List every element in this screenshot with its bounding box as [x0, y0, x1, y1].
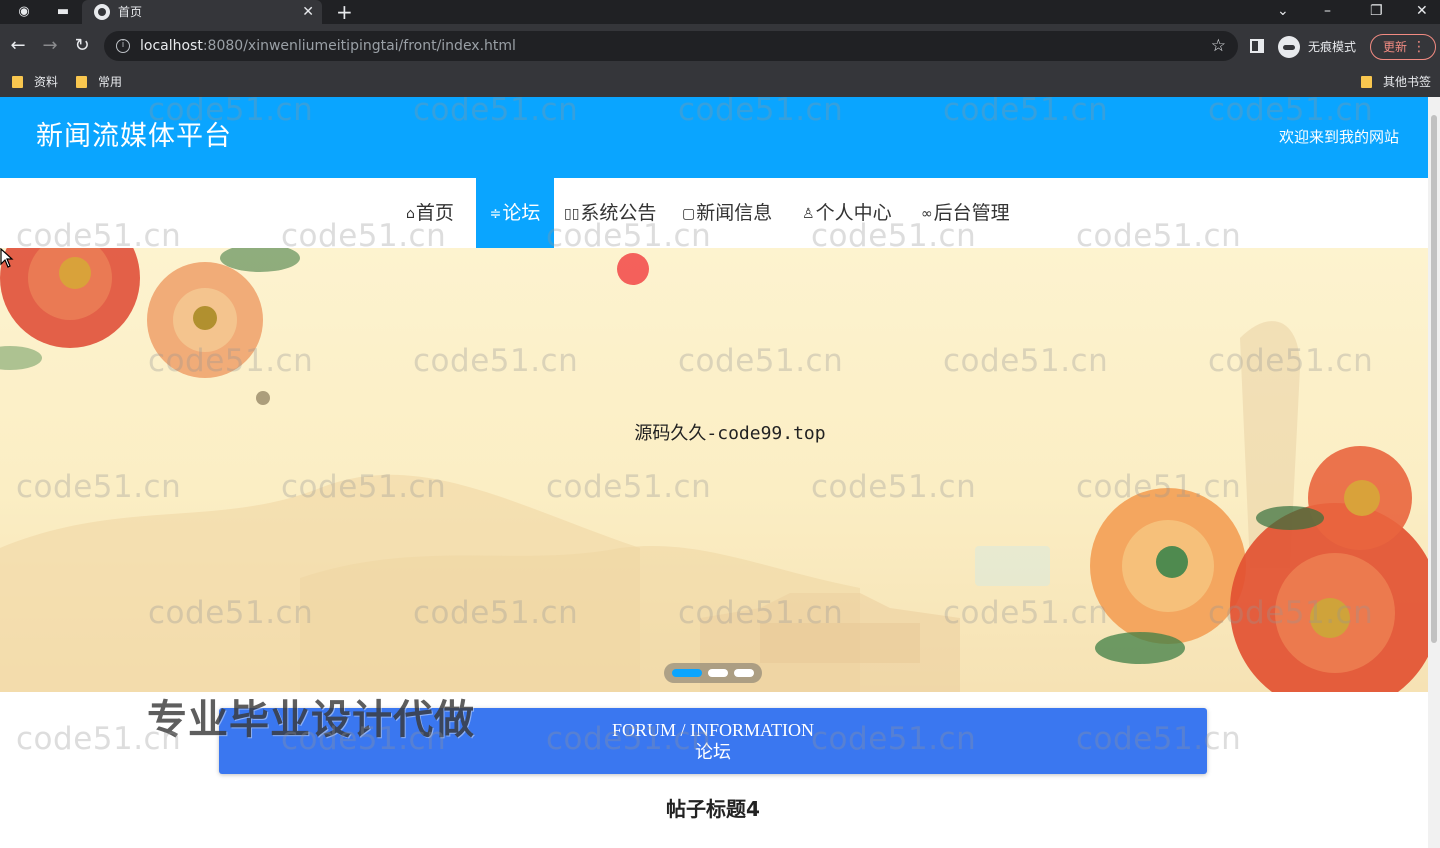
user-icon: ♙ [802, 206, 815, 222]
nav-label: 新闻信息 [696, 202, 773, 224]
back-arrow-icon[interactable]: ← [8, 36, 28, 56]
nav-label: 论坛 [502, 202, 541, 224]
incognito-icon [1278, 36, 1300, 58]
site-title: 新闻流媒体平台 [36, 121, 232, 152]
nav-label: 首页 [415, 202, 454, 224]
carousel-dot-1[interactable] [672, 669, 702, 677]
mouse-cursor-icon [0, 248, 14, 268]
url-text[interactable]: localhost:8080/xinwenliumeitipingtai/fro… [140, 37, 516, 55]
minimize-icon[interactable]: – [1324, 1, 1331, 21]
nav-item-forum[interactable]: ≑论坛 [476, 178, 554, 248]
window-icon[interactable]: ▬ [54, 4, 72, 20]
nav-label: 系统公告 [580, 202, 657, 224]
reload-icon[interactable]: ↻ [72, 36, 92, 56]
click-indicator [617, 253, 649, 285]
carousel-indicators [664, 663, 762, 683]
banner-artwork [0, 248, 1428, 692]
welcome-text: 欢迎来到我的网站 [1278, 128, 1399, 146]
link-icon: ∞ [921, 206, 933, 222]
bookmarks-bar: 资料 常用 其他书签 [0, 68, 1440, 97]
scrollbar-thumb[interactable] [1431, 115, 1437, 643]
home-icon: ⌂ [406, 206, 415, 222]
kebab-menu-icon[interactable]: ⋮ [1412, 37, 1426, 57]
nav-label: 个人中心 [815, 202, 892, 224]
nav-item-home[interactable]: ⌂首页 [406, 178, 454, 248]
update-button[interactable]: 更新 ⋮ [1370, 34, 1436, 60]
browser-toolbar: ← → ↻ i localhost:8080/xinwenliumeitipin… [0, 24, 1440, 68]
folder-icon [12, 76, 23, 88]
restore-icon[interactable]: ❐ [1370, 1, 1383, 21]
nav-item-news[interactable]: ▢新闻信息 [682, 178, 772, 248]
update-label: 更新 [1383, 40, 1408, 54]
browser-menu-icon[interactable]: ◉ [16, 4, 32, 20]
page-viewport[interactable]: 新闻流媒体平台 欢迎来到我的网站 ⌂首页 ≑论坛 ▯▯系统公告 ▢新闻信息 ♙个… [0, 97, 1440, 848]
bookmark-label: 资料 [34, 75, 59, 89]
forward-arrow-icon[interactable]: → [40, 36, 60, 56]
incognito-label: 无痕模式 [1308, 40, 1357, 54]
nav-label: 后台管理 [933, 202, 1010, 224]
notice-icon: ▯▯ [564, 206, 580, 222]
address-bar[interactable]: i localhost:8080/xinwenliumeitipingtai/f… [104, 31, 1238, 61]
page-scrollbar[interactable] [1428, 97, 1440, 848]
plus-icon[interactable]: + [336, 1, 353, 23]
nav-item-user-center[interactable]: ♙个人中心 [802, 178, 892, 248]
active-tab[interactable]: 首页 ✕ [82, 0, 322, 24]
post-title[interactable]: 帖子标题4 [0, 796, 1426, 822]
bookmark-label: 常用 [98, 75, 123, 89]
banner-caption: 源码久久-code99.top [634, 423, 826, 444]
side-panel-icon[interactable] [1250, 39, 1264, 53]
carousel-dot-2[interactable] [708, 669, 728, 677]
forum-icon: ≑ [489, 206, 502, 222]
folder-icon [1361, 76, 1372, 88]
other-bookmarks-label: 其他书签 [1383, 75, 1432, 89]
close-icon[interactable]: ✕ [302, 3, 314, 21]
window-close-icon[interactable]: ✕ [1416, 1, 1428, 21]
news-icon: ▢ [682, 206, 696, 222]
browser-tab-strip: ◉ ▬ 首页 ✕ + ⌄ – ❐ ✕ [0, 0, 1440, 24]
promo-overlay-text: 专业毕业设计代做 [147, 697, 475, 743]
folder-icon [76, 76, 87, 88]
nav-item-admin[interactable]: ∞后台管理 [921, 178, 1010, 248]
site-header: 新闻流媒体平台 欢迎来到我的网站 [0, 97, 1428, 178]
globe-icon [94, 4, 110, 20]
info-icon[interactable]: i [116, 39, 130, 53]
banner-carousel[interactable]: 源码久久-code99.top [0, 248, 1428, 692]
chevron-down-icon[interactable]: ⌄ [1277, 1, 1289, 21]
nav-item-notice[interactable]: ▯▯系统公告 [564, 178, 656, 248]
main-nav: ⌂首页 ≑论坛 ▯▯系统公告 ▢新闻信息 ♙个人中心 ∞后台管理 [0, 178, 1428, 248]
carousel-dot-3[interactable] [734, 669, 754, 677]
tab-title: 首页 [118, 5, 143, 19]
star-icon[interactable]: ☆ [1211, 35, 1226, 57]
